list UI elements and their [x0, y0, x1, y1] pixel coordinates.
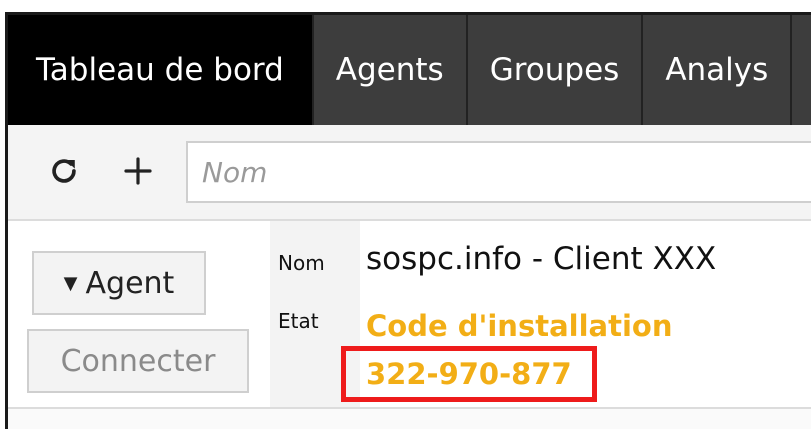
refresh-icon-glyph [52, 159, 76, 183]
panel-footer [8, 407, 811, 429]
tab-analysis[interactable]: Analys [643, 15, 793, 125]
plus-icon-glyph [124, 157, 152, 185]
name-label: Nom [278, 251, 325, 275]
agent-name-value: sospc.info - Client XXX [366, 241, 717, 277]
toolbar [8, 125, 811, 221]
tab-dashboard[interactable]: Tableau de bord [8, 15, 314, 125]
agent-state-value: Code d'installation [366, 309, 673, 343]
tab-bar: Tableau de bord Agents Groupes Analys [8, 15, 811, 125]
tab-groups[interactable]: Groupes [468, 15, 644, 125]
tab-agents[interactable]: Agents [314, 15, 468, 125]
agent-dropdown-button[interactable]: ▼ Agent [32, 251, 206, 315]
agent-dropdown-label: Agent [85, 265, 175, 301]
state-label: Etat [278, 309, 319, 333]
caret-down-icon: ▼ [63, 272, 78, 294]
plus-icon[interactable] [120, 153, 156, 189]
refresh-icon[interactable] [46, 153, 82, 189]
app-window: Tableau de bord Agents Groupes Analys ▼ … [5, 12, 811, 429]
install-code-value: 322-970-877 [366, 357, 572, 391]
search-input[interactable] [186, 141, 811, 203]
connect-button[interactable]: Connecter [27, 329, 249, 393]
agent-panel: ▼ Agent Connecter Nom Etat sospc.info - … [8, 221, 811, 407]
